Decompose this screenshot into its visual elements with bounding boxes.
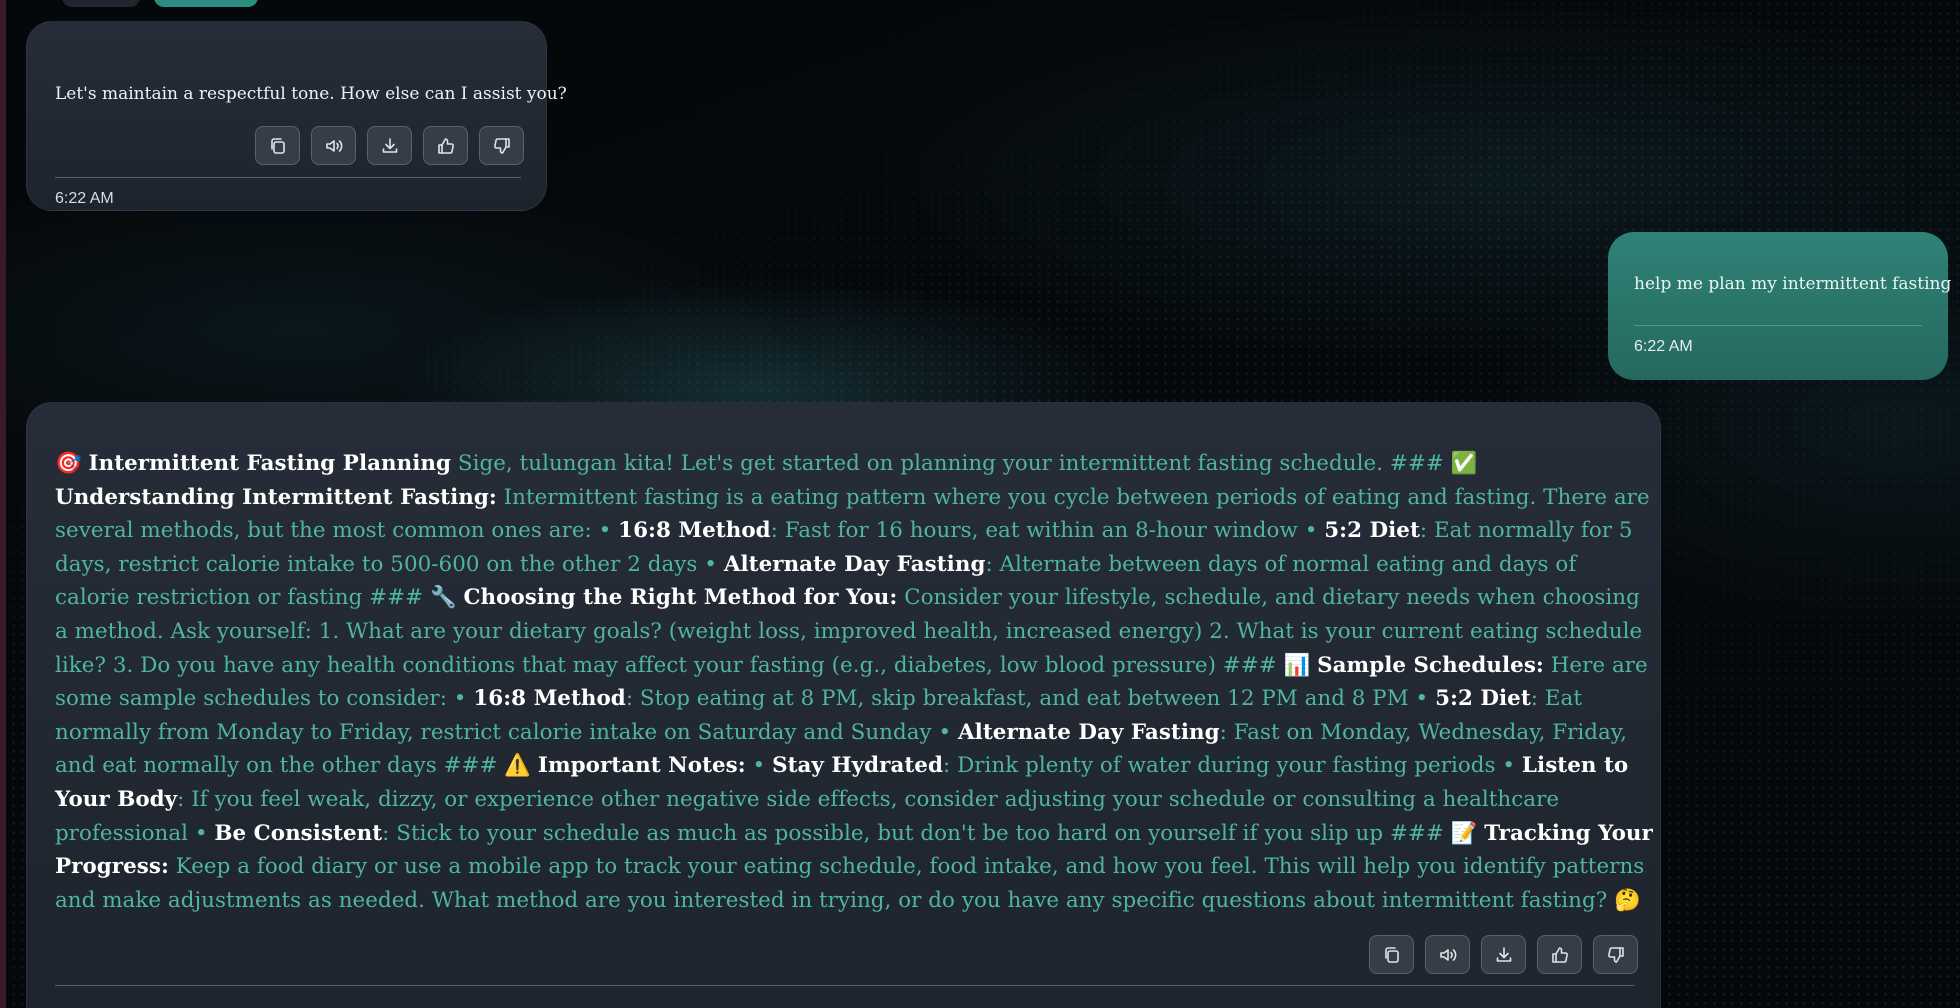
message-text: help me plan my intermittent fasting [1634,274,1952,294]
message-text-segment: Keep a food diary or use a mobile app to… [55,854,1645,913]
message-actions [1369,935,1638,974]
thumbs-up-button[interactable] [423,126,468,165]
bold-heading-text: Sample Schedules: [1317,652,1544,678]
download-button[interactable] [367,126,412,165]
message-text-segment: : Fast for 16 hours, eat within an 8-hou… [770,518,1325,544]
assistant-message: 🎯 Intermittent Fasting Planning Sige, tu… [26,402,1661,1008]
copy-button[interactable] [1369,935,1414,974]
message-text: Let's maintain a respectful tone. How el… [55,84,567,104]
message-divider [1634,325,1922,326]
previous-teal-button[interactable] [154,0,258,7]
copy-button[interactable] [255,126,300,165]
thumbs-down-icon [493,137,510,154]
message-actions [255,126,524,165]
previous-dark-button[interactable] [62,0,140,7]
copy-icon [270,137,285,154]
thumbs-down-button[interactable] [479,126,524,165]
download-icon [1496,946,1511,962]
message-divider [55,985,1634,986]
message-text-segment: : Stick to your schedule as much as poss… [382,820,1485,846]
message-rich-text: 🎯 Intermittent Fasting Planning Sige, tu… [55,447,1655,917]
bold-heading-text: 16:8 Method [473,686,626,712]
message-text-segment: : Stop eating at 8 PM, skip breakfast, a… [625,686,1436,712]
bold-heading-text: Choosing the Right Method for You: [463,585,898,611]
thumbs-up-icon [437,137,454,154]
bold-heading-text: Intermittent Fasting Planning [88,451,452,476]
thumbs-up-icon [1551,946,1568,963]
message-text-segment: 🎯 [55,451,89,476]
assistant-message: Let's maintain a respectful tone. How el… [26,21,567,211]
message-divider [55,177,521,178]
bold-heading-text: Stay Hydrated [772,753,943,779]
bold-heading-text: Important Notes: [537,753,746,779]
speaker-icon [1439,948,1456,961]
message-text-segment: : Drink plenty of water during your fast… [942,753,1522,779]
bold-heading-text: Alternate Day Fasting [958,719,1220,745]
download-button[interactable] [1481,935,1526,974]
message-text-segment: • [745,753,773,779]
message-text-segment: Sige, tulungan kita! Let's get started o… [451,451,1478,476]
thumbs-down-button[interactable] [1593,935,1638,974]
bold-heading-text: 16:8 Method [618,518,771,544]
bold-heading-text: 5:2 Diet [1324,518,1420,544]
message-timestamp: 6:22 AM [55,190,114,207]
bold-heading-text: Understanding Intermittent Fasting: [55,484,497,510]
read-aloud-button[interactable] [311,126,356,165]
thumbs-down-icon [1607,946,1624,963]
thumbs-up-button[interactable] [1537,935,1582,974]
speaker-icon [325,139,342,152]
bold-heading-text: Be Consistent [214,820,383,846]
read-aloud-button[interactable] [1425,935,1470,974]
bold-heading-text: Alternate Day Fasting [723,551,986,577]
window-edge [0,0,6,1008]
bold-heading-text: 5:2 Diet [1435,686,1531,712]
download-icon [382,137,397,153]
user-message: help me plan my intermittent fasting 6:2… [1608,232,1952,380]
message-timestamp: 6:22 AM [1634,338,1693,355]
copy-icon [1384,946,1399,963]
